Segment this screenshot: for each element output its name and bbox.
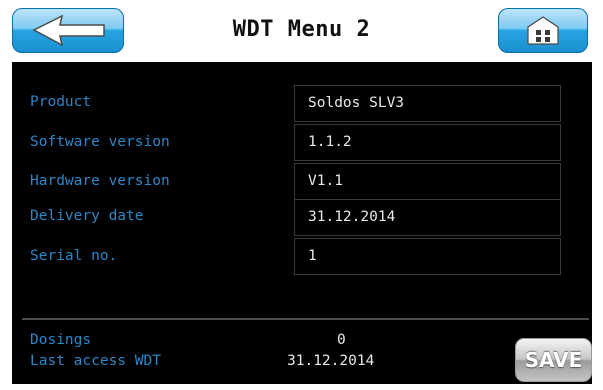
hardware-version-value: V1.1 [308,173,343,189]
hardware-version-field: V1.1 [294,163,561,200]
last-access-value: 31.12.2014 [287,353,375,369]
arrow-left-icon [32,14,105,47]
serial-no-label: Serial no. [30,248,118,264]
dosings-label: Dosings [30,332,92,348]
divider [22,318,589,320]
last-access-label: Last access WDT [30,353,161,369]
page-title: WDT Menu 2 [232,17,371,42]
software-version-value: 1.1.2 [308,134,352,150]
product-field: Soldos SLV3 [294,85,561,122]
serial-no-value: 1 [308,248,317,264]
home-button[interactable] [498,8,588,53]
dosings-value: 0 [337,332,346,348]
serial-no-field: 1 [294,238,561,275]
delivery-date-field: 31.12.2014 [294,199,561,236]
product-label: Product [30,94,92,110]
wdt-screen: WDT Menu 2 Product Soldos SLV3 Software … [0,0,603,390]
delivery-date-label: Delivery date [30,208,144,224]
delivery-date-value: 31.12.2014 [308,209,396,225]
home-icon [527,16,559,45]
info-panel: Product Soldos SLV3 Software version 1.1… [12,62,592,384]
product-value: Soldos SLV3 [308,95,405,111]
software-version-label: Software version [30,134,170,150]
software-version-field: 1.1.2 [294,124,561,161]
title-bar: WDT Menu 2 [0,0,603,58]
save-button[interactable]: SAVE [515,338,592,382]
hardware-version-label: Hardware version [30,173,170,189]
back-button[interactable] [12,8,124,53]
